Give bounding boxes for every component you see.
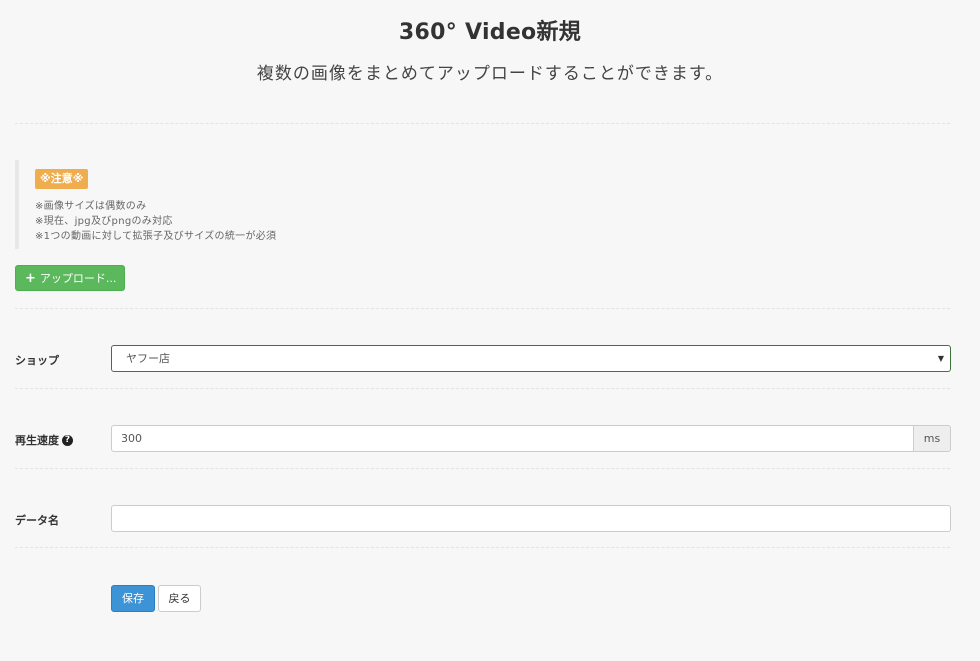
save-button[interactable]: 保存 [111, 585, 155, 612]
shop-label-text: ショップ [15, 354, 59, 367]
upload-button[interactable]: + アップロード... [15, 265, 125, 291]
page-subtitle: 複数の画像をまとめてアップロードすることができます。 [256, 64, 724, 84]
question-circle-icon[interactable]: ? [62, 434, 73, 446]
notice-line: ※現在、jpg及びpngのみ対応 [35, 216, 173, 227]
shop-select-value: ヤフー店 [126, 352, 170, 365]
shop-label: ショップ [15, 352, 59, 368]
divider [15, 388, 950, 389]
upload-button-label: アップロード... [39, 272, 117, 285]
divider [15, 308, 950, 309]
chevron-down-icon: ▼ [937, 354, 944, 363]
back-button[interactable]: 戻る [158, 585, 201, 612]
notice-box: ※注意※ ※画像サイズは偶数のみ ※現在、jpg及びpngのみ対応 ※1つの動画… [15, 160, 315, 249]
page: 360° Video新規 複数の画像をまとめてアップロードすることができます。 … [0, 0, 980, 661]
divider [15, 547, 950, 548]
notice-line: ※画像サイズは偶数のみ [35, 201, 147, 212]
page-title: 360° Video新規 [398, 20, 582, 45]
divider [15, 468, 950, 469]
notice-line: ※1つの動画に対して拡張子及びサイズの統一が必須 [35, 231, 277, 242]
notice-badge: ※注意※ [35, 169, 89, 189]
data-name-input[interactable] [111, 505, 951, 532]
plus-icon: + [25, 270, 36, 286]
speed-input[interactable] [111, 425, 914, 452]
shop-select[interactable]: ヤフー店 ▼ [111, 345, 951, 372]
speed-label: 再生速度 ? [15, 432, 73, 448]
data-name-label: データ名 [15, 512, 59, 528]
speed-unit-addon: ms [913, 425, 951, 452]
divider [15, 123, 950, 124]
speed-label-text: 再生速度 [15, 434, 59, 447]
data-name-label-text: データ名 [15, 514, 59, 527]
